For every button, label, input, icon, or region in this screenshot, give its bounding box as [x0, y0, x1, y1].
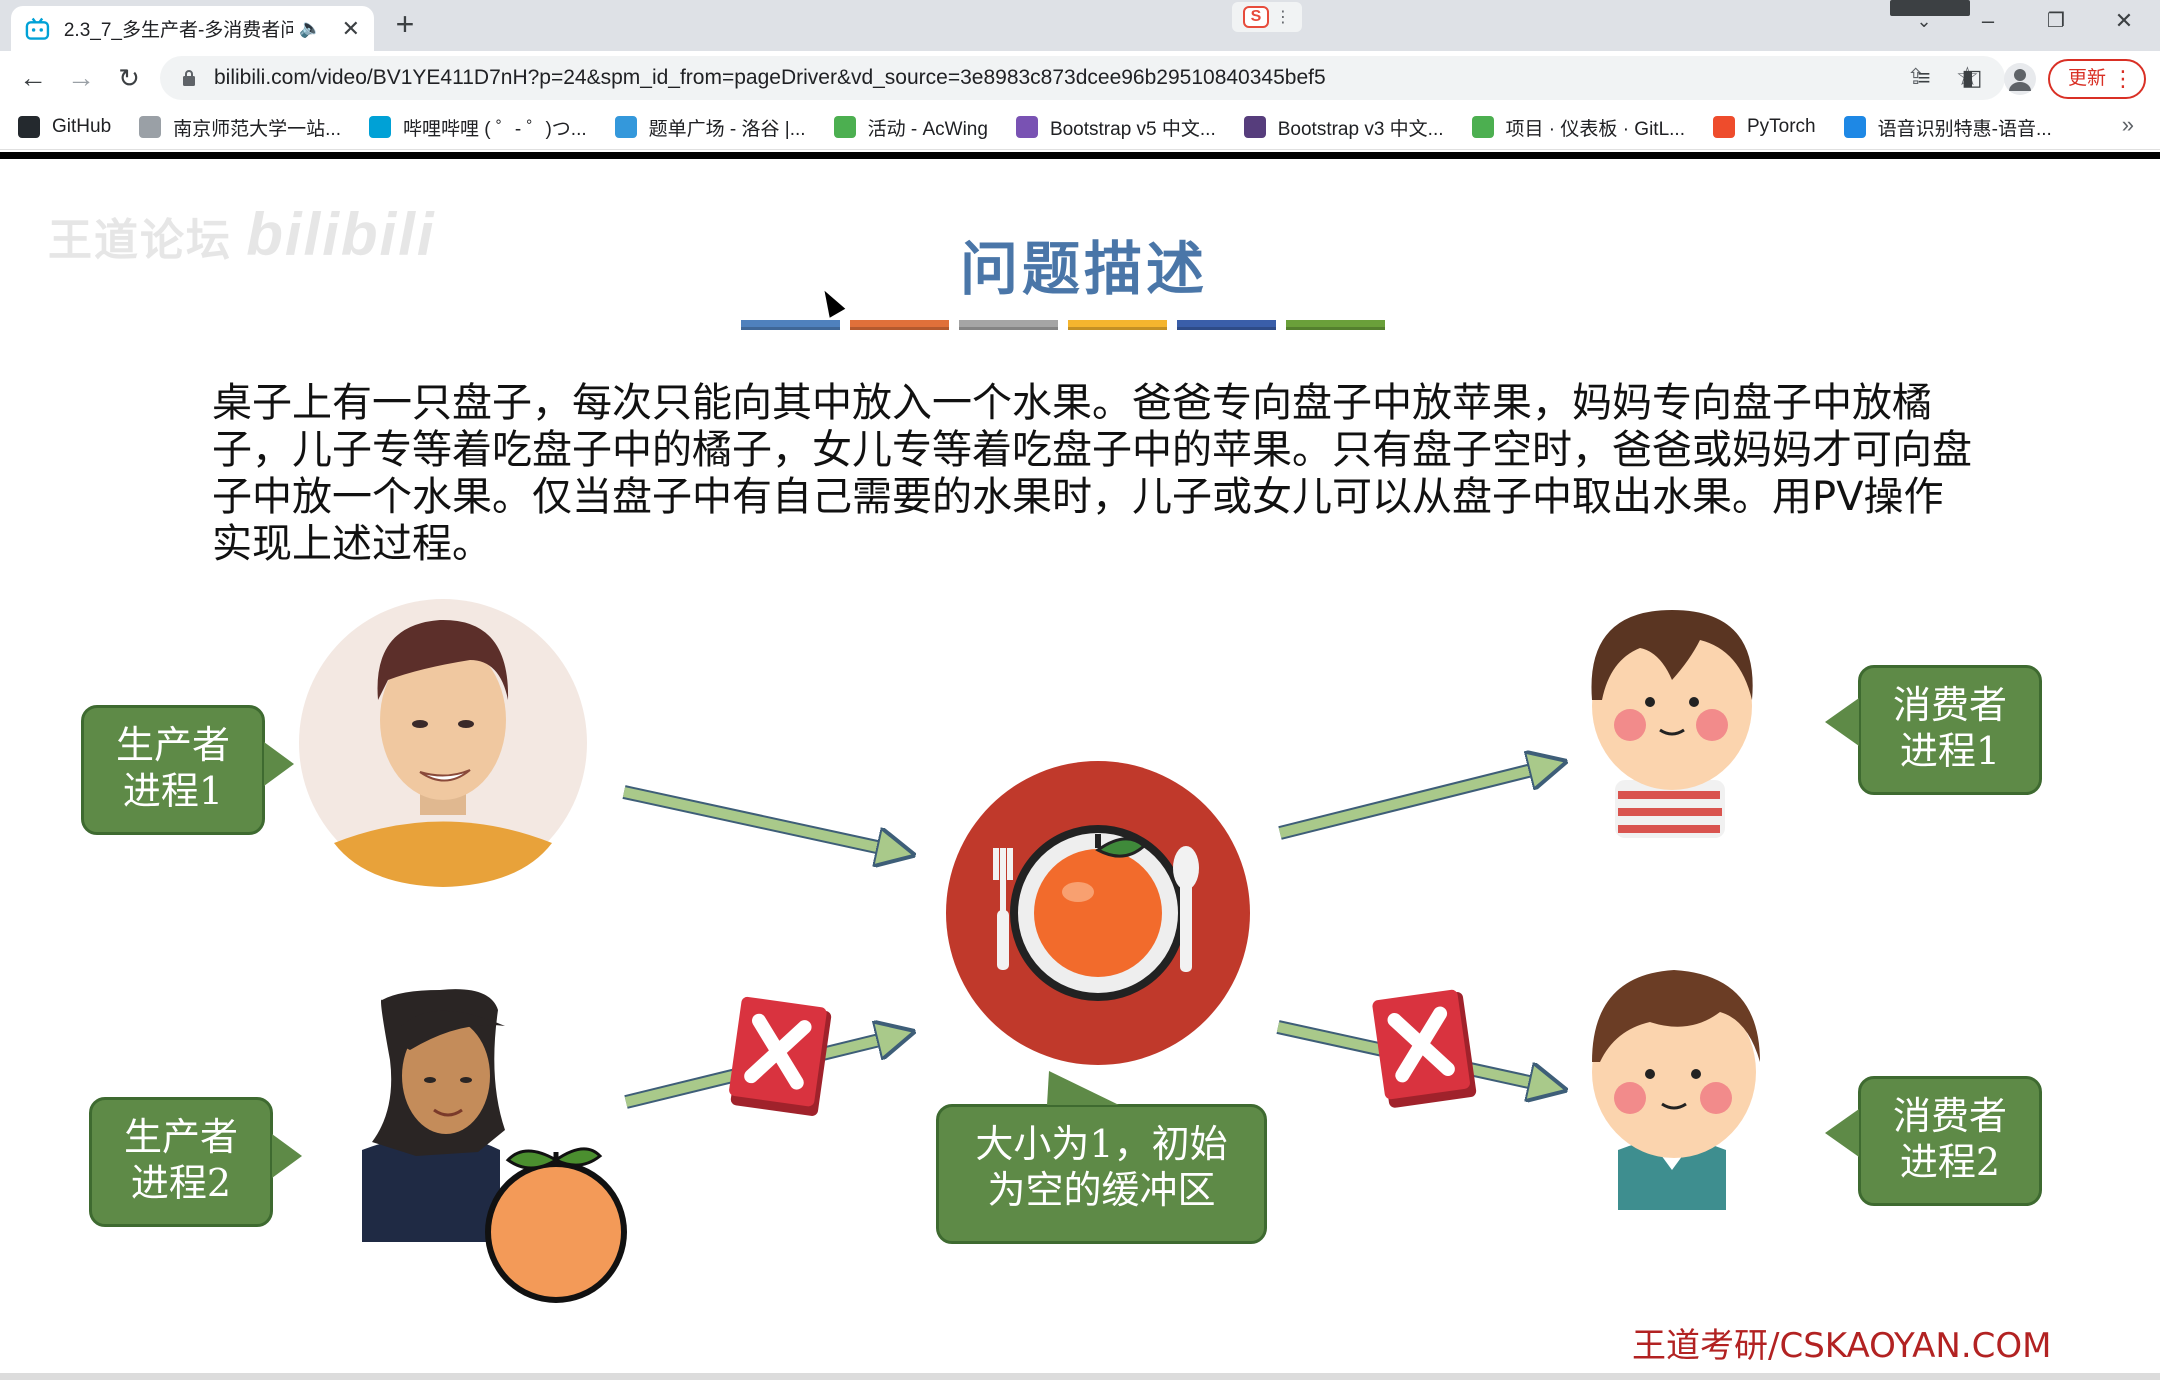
- bubble-tail: [272, 1134, 302, 1178]
- producer2-label-line1: 生产者: [123, 1115, 238, 1159]
- cross-icon-consumer2: [1372, 989, 1477, 1108]
- producer1-bubble: 生产者 进程1: [81, 705, 294, 835]
- plate-buffer-icon: [946, 761, 1250, 1065]
- consumer2-label-line1: 消费者: [1892, 1094, 2007, 1138]
- cross-icon-producer2: [729, 996, 832, 1116]
- consumer2-bubble: 消费者 进程2: [1825, 1076, 2042, 1206]
- orange-fruit-icon: [485, 1147, 627, 1303]
- credit-text: 王道考研/CSKAOYAN.COM: [1632, 1326, 2052, 1366]
- producer2-label-line2: 进程2: [130, 1161, 232, 1205]
- bubble-tail: [264, 742, 294, 786]
- consumer2-label-line2: 进程2: [1899, 1140, 2001, 1184]
- buffer-label-line2: 为空的缓冲区: [987, 1168, 1216, 1212]
- producer2-bubble: 生产者 进程2: [89, 1097, 302, 1227]
- consumer1-bubble: 消费者 进程1: [1825, 665, 2042, 795]
- producer1-label-line1: 生产者: [115, 723, 230, 767]
- arrow-buffer-to-consumer1-fill: [1278, 765, 1552, 838]
- consumer1-label-line1: 消费者: [1892, 683, 2007, 727]
- son-avatar: [1592, 970, 1760, 1210]
- mother-avatar: [362, 989, 505, 1242]
- producer1-label-line2: 进程1: [122, 769, 224, 813]
- bubble-tail: [1047, 1071, 1119, 1105]
- daughter-avatar: [1591, 610, 1753, 838]
- video-bottom-border: [0, 1373, 2160, 1380]
- bubble-tail: [1825, 698, 1859, 746]
- buffer-bubble: 大小为1，初始 为空的缓冲区: [936, 1071, 1267, 1244]
- arrow-producer1-to-buffer-fill: [622, 787, 900, 852]
- consumer1-label-line2: 进程1: [1899, 729, 2001, 773]
- father-avatar: [299, 599, 587, 887]
- buffer-label-line1: 大小为1，初始: [975, 1122, 1228, 1166]
- bubble-tail: [1825, 1109, 1859, 1157]
